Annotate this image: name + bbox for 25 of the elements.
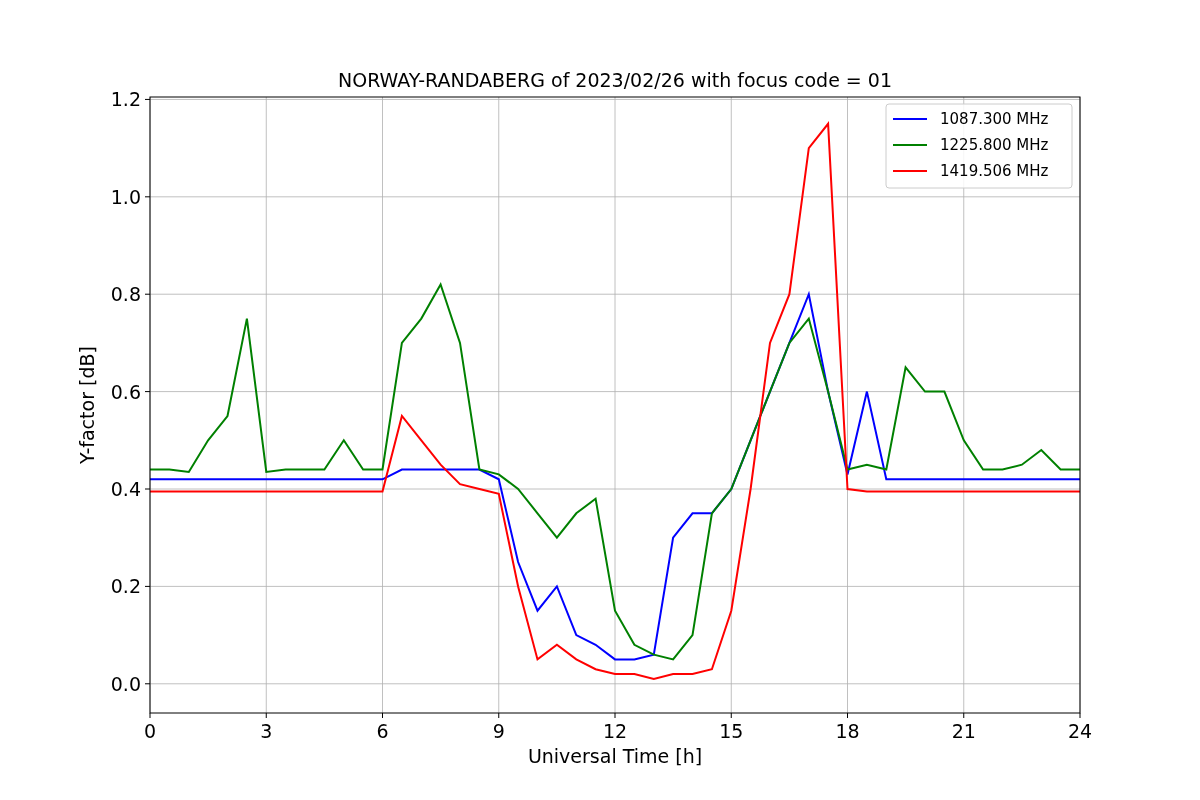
tick-label: 0 [143,720,157,742]
legend-line [892,144,928,146]
legend-label: 1087.300 MHz [940,110,1049,128]
tick-label: 1.0 [110,185,141,208]
tick-label: 12 [602,720,628,742]
tick-label: 0.6 [110,380,141,403]
tick-label: 21 [951,720,976,742]
tick-label: 9 [492,720,505,742]
tick-label: 6 [376,720,389,742]
tick-label: 0.2 [110,575,141,598]
tick-label: 15 [719,720,744,742]
tick-label: 3 [260,720,273,742]
legend-line [892,170,928,172]
legend-label: 1225.800 MHz [940,136,1049,154]
tick-label: 24 [1067,720,1093,742]
tick-label: 0.0 [110,672,141,695]
tick-label: 0.8 [110,283,141,306]
legend-line [892,118,928,120]
y-axis-label: Y-factor [dB] [76,346,98,464]
tick-label: 0.4 [110,478,141,500]
tick-label: 18 [835,720,860,742]
chart-title: NORWAY-RANDABERG of 2023/02/26 with focus code = 01 [338,69,892,91]
tick-label: 1.2 [110,88,141,111]
x-axis-label: Universal Time [h] [527,745,703,767]
legend-label: 1419.506 MHz [940,162,1049,180]
